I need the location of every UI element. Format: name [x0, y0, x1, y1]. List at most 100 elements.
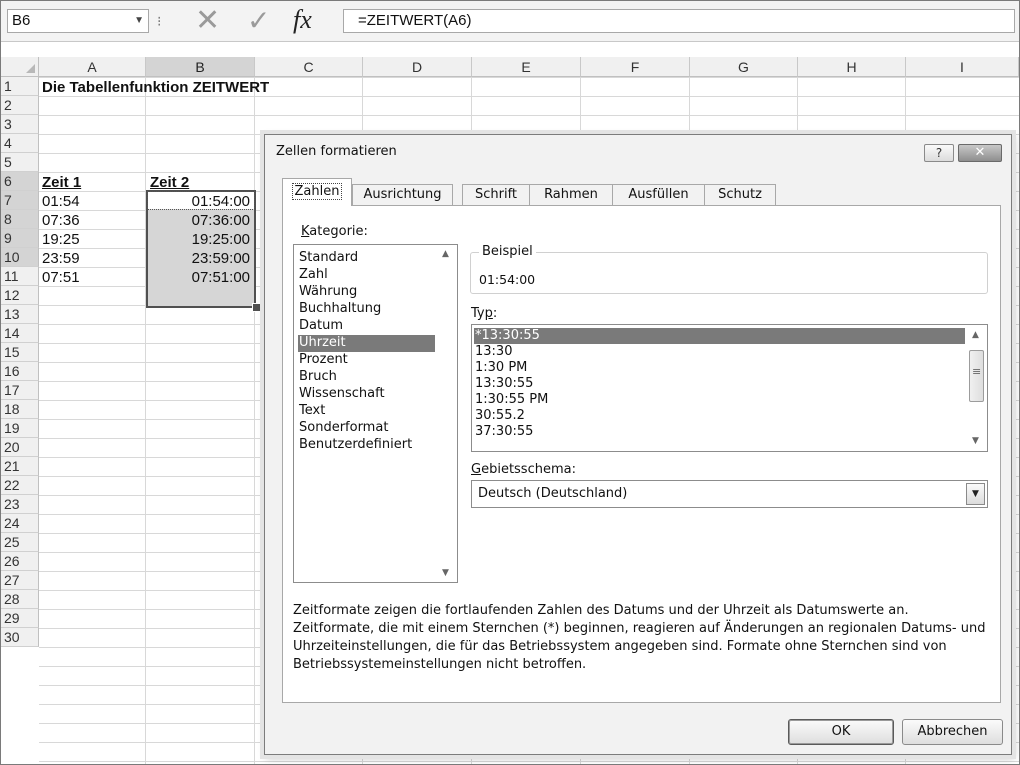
row-header-23[interactable]: 23 [1, 495, 39, 514]
row-header-13[interactable]: 13 [1, 305, 39, 324]
category-item[interactable]: Bruch [298, 369, 435, 386]
row-header-25[interactable]: 25 [1, 533, 39, 552]
type-scrollbar[interactable]: ▲ ▼ [967, 325, 987, 451]
type-item[interactable]: 13:30:55 [474, 376, 965, 392]
cell-B9[interactable]: 23:59:00 [148, 249, 250, 268]
row-header-6[interactable]: 6 [1, 172, 39, 191]
row-header-18[interactable]: 18 [1, 400, 39, 419]
cell-A1[interactable]: Die Tabellenfunktion ZEITWERT [42, 78, 269, 97]
column-header-H[interactable]: H [798, 57, 906, 77]
row-header-21[interactable]: 21 [1, 457, 39, 476]
cell-A10[interactable]: 07:51 [42, 268, 80, 287]
scroll-down-icon[interactable]: ▼ [972, 436, 979, 446]
cell-B8[interactable]: 19:25:00 [148, 230, 250, 249]
column-header-E[interactable]: E [472, 57, 581, 77]
scroll-down-icon[interactable]: ▼ [442, 568, 449, 578]
type-item[interactable]: *13:30:55 [474, 328, 965, 344]
insert-function-icon[interactable]: fx [293, 5, 312, 35]
category-item[interactable]: Währung [298, 284, 435, 301]
category-item[interactable]: Zahl [298, 267, 435, 284]
scroll-up-icon[interactable]: ▲ [442, 249, 449, 259]
row-header-1[interactable]: 1 [1, 77, 39, 96]
category-item[interactable]: Wissenschaft [298, 386, 435, 403]
type-item[interactable]: 1:30:55 PM [474, 392, 965, 408]
row-header-2[interactable]: 2 [1, 96, 39, 115]
row-header-11[interactable]: 11 [1, 267, 39, 286]
column-header-F[interactable]: F [581, 57, 690, 77]
confirm-entry-icon[interactable]: ✓ [247, 7, 270, 35]
help-button[interactable]: ? [924, 144, 954, 162]
tab-schutz[interactable]: Schutz [704, 184, 776, 205]
category-item[interactable]: Standard [298, 250, 435, 267]
type-item[interactable]: 37:30:55 [474, 424, 965, 440]
row-header-16[interactable]: 16 [1, 362, 39, 381]
dropdown-arrow-icon[interactable]: ▼ [966, 483, 985, 505]
row-header-17[interactable]: 17 [1, 381, 39, 400]
cell-B6[interactable]: 01:54:00 [148, 192, 250, 211]
row-header-8[interactable]: 8 [1, 210, 39, 229]
close-button[interactable]: ✕ [958, 144, 1002, 162]
row-header-30[interactable]: 30 [1, 628, 39, 647]
select-all-corner[interactable] [1, 57, 39, 77]
category-item[interactable]: Text [298, 403, 435, 420]
row-header-7[interactable]: 7 [1, 191, 39, 210]
category-list[interactable]: Standard Zahl Währung Buchhaltung Datum Uhrze… [293, 244, 458, 583]
column-header-D[interactable]: D [363, 57, 472, 77]
type-item[interactable]: 30:55.2 [474, 408, 965, 424]
cell-A7[interactable]: 07:36 [42, 211, 80, 230]
row-header-3[interactable]: 3 [1, 115, 39, 134]
cell-B7[interactable]: 07:36:00 [148, 211, 250, 230]
row-header-15[interactable]: 15 [1, 343, 39, 362]
row-header-4[interactable]: 4 [1, 134, 39, 153]
tab-schrift[interactable]: Schrift [462, 184, 530, 205]
ok-button[interactable]: OK [788, 719, 894, 745]
category-item[interactable]: Sonderformat [298, 420, 435, 437]
cell-A9[interactable]: 23:59 [42, 249, 80, 268]
name-box[interactable]: B6 ▼ [7, 9, 149, 33]
row-header-26[interactable]: 26 [1, 552, 39, 571]
row-header-24[interactable]: 24 [1, 514, 39, 533]
row-header-10[interactable]: 10 [1, 248, 39, 267]
tab-ausfuellen[interactable]: Ausfüllen [612, 184, 705, 205]
row-header-28[interactable]: 28 [1, 590, 39, 609]
row-header-27[interactable]: 27 [1, 571, 39, 590]
tab-ausrichtung[interactable]: Ausrichtung [352, 184, 453, 205]
row-header-14[interactable]: 14 [1, 324, 39, 343]
cancel-entry-icon[interactable]: ✕ [195, 6, 220, 36]
formula-input[interactable]: =ZEITWERT(A6) [343, 9, 1015, 33]
category-scrollbar[interactable]: ▲ ▼ [437, 245, 457, 582]
cell-B10[interactable]: 07:51:00 [148, 268, 250, 287]
cancel-button[interactable]: Abbrechen [902, 719, 1003, 745]
column-header-G[interactable]: G [690, 57, 798, 77]
row-header-19[interactable]: 19 [1, 419, 39, 438]
category-item[interactable]: Benutzerdefiniert [298, 437, 435, 454]
row-header-20[interactable]: 20 [1, 438, 39, 457]
category-item[interactable]: Buchhaltung [298, 301, 435, 318]
type-item[interactable]: 13:30 [474, 344, 965, 360]
type-item[interactable]: 1:30 PM [474, 360, 965, 376]
cell-A6[interactable]: 01:54 [42, 192, 80, 211]
name-box-dropdown-icon[interactable]: ▼ [134, 10, 144, 32]
row-header-9[interactable]: 9 [1, 229, 39, 248]
row-header-12[interactable]: 12 [1, 286, 39, 305]
column-header-C[interactable]: C [255, 57, 363, 77]
column-header-I[interactable]: I [906, 57, 1019, 77]
cell-A8[interactable]: 19:25 [42, 230, 80, 249]
column-header-B[interactable]: B [146, 57, 255, 77]
category-item[interactable]: Prozent [298, 352, 435, 369]
row-header-29[interactable]: 29 [1, 609, 39, 628]
fill-handle[interactable] [252, 303, 261, 312]
scroll-up-icon[interactable]: ▲ [972, 330, 979, 340]
cell-B5[interactable]: Zeit 2 [150, 173, 189, 192]
row-header-22[interactable]: 22 [1, 476, 39, 495]
column-header-A[interactable]: A [39, 57, 146, 77]
type-list[interactable]: *13:30:55 13:30 1:30 PM 13:30:55 1:30:55 PM 3… [471, 324, 988, 452]
cell-A5[interactable]: Zeit 1 [42, 173, 81, 192]
row-header-5[interactable]: 5 [1, 153, 39, 172]
category-item[interactable]: Uhrzeit [298, 335, 435, 352]
scroll-thumb[interactable] [969, 350, 984, 402]
category-item[interactable]: Datum [298, 318, 435, 335]
gebietsschema-select[interactable]: Deutsch (Deutschland) ▼ [471, 480, 988, 508]
tab-rahmen[interactable]: Rahmen [529, 184, 613, 205]
tab-zahlen[interactable]: Zahlen [282, 178, 352, 206]
